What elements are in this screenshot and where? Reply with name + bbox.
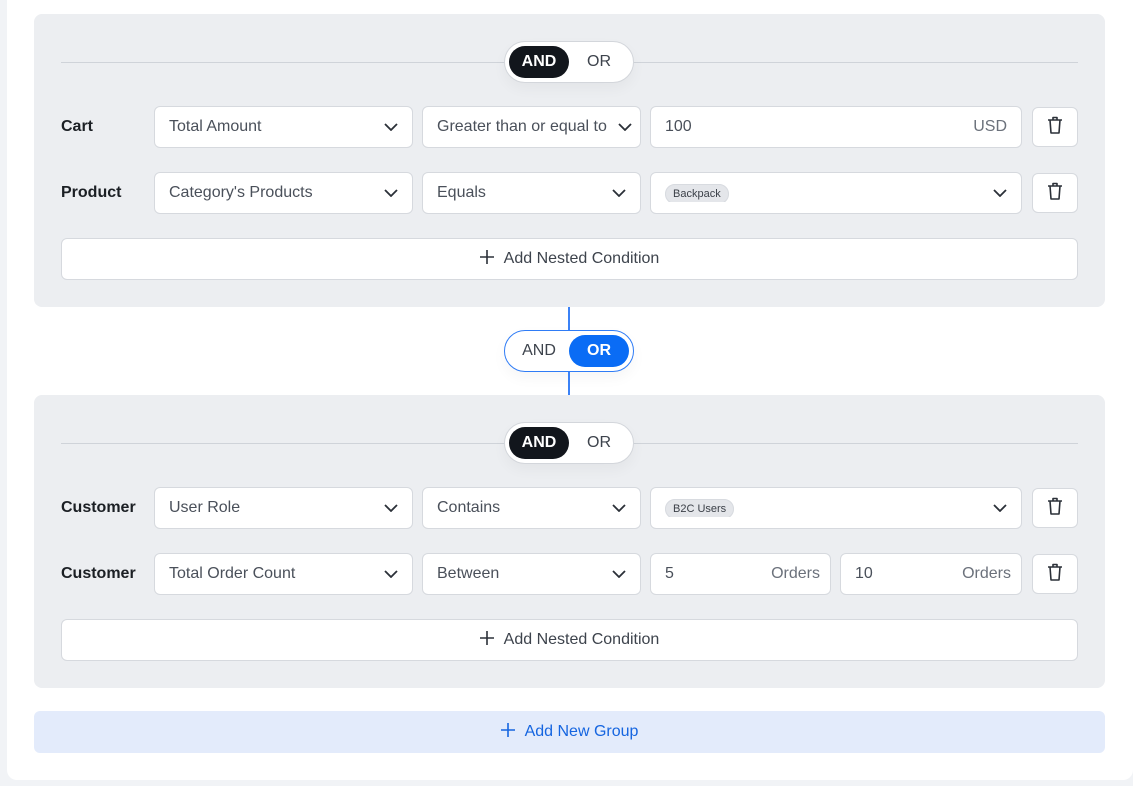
- value-multiselect[interactable]: Backpack: [650, 172, 1022, 214]
- delete-condition-button[interactable]: [1032, 107, 1078, 147]
- condition-label: Product: [61, 184, 122, 201]
- min-orders-value: 5: [665, 565, 674, 582]
- chevron-down-icon: [618, 120, 632, 134]
- field-select-value: Total Order Count: [169, 565, 296, 582]
- field-select-value: Category's Products: [169, 184, 313, 201]
- add-nested-label: Add Nested Condition: [503, 631, 660, 648]
- operator-select[interactable]: Equals: [422, 172, 641, 214]
- chevron-down-icon: [612, 567, 626, 581]
- field-select-value: Total Amount: [169, 118, 262, 135]
- chevron-down-icon: [612, 501, 626, 515]
- group-connector-line: [568, 372, 570, 395]
- chevron-down-icon: [384, 120, 398, 134]
- operator-select[interactable]: Contains: [422, 487, 641, 529]
- max-orders-value: 10: [855, 565, 873, 582]
- plus-icon: [479, 249, 494, 269]
- plus-icon: [479, 630, 494, 650]
- chevron-down-icon: [384, 567, 398, 581]
- field-select-value: User Role: [169, 499, 241, 516]
- plus-icon: [500, 722, 515, 742]
- orders-suffix: Orders: [962, 565, 1011, 582]
- value-chip[interactable]: B2C Users: [665, 499, 735, 517]
- chevron-down-icon: [993, 186, 1007, 200]
- trash-icon: [1046, 181, 1064, 206]
- trash-icon: [1046, 115, 1064, 140]
- operator-select-value: Contains: [437, 499, 501, 516]
- add-new-group-label: Add New Group: [524, 723, 639, 740]
- chevron-down-icon: [384, 501, 398, 515]
- delete-condition-button[interactable]: [1032, 554, 1078, 594]
- groups-logic-toggle: AND OR: [504, 330, 634, 372]
- add-nested-condition-button[interactable]: Add Nested Condition: [61, 238, 1078, 280]
- field-select[interactable]: Total Amount: [154, 106, 413, 148]
- operator-select-value: Greater than or equal to: [437, 118, 607, 135]
- currency-suffix: USD: [973, 118, 1007, 135]
- group-connector-line: [568, 307, 570, 330]
- condition-label: Customer: [61, 499, 136, 516]
- chevron-down-icon: [993, 501, 1007, 515]
- or-option[interactable]: OR: [569, 335, 629, 367]
- amount-input[interactable]: 100 USD: [650, 106, 1022, 148]
- condition-row: Customer Total Order Count Between 5 Ord…: [61, 553, 1078, 595]
- amount-input-value: 100: [665, 118, 692, 135]
- condition-row: Cart Total Amount Greater than or equal …: [61, 106, 1078, 148]
- add-nested-condition-button[interactable]: Add Nested Condition: [61, 619, 1078, 661]
- condition-label: Customer: [61, 565, 136, 582]
- and-option[interactable]: AND: [509, 335, 569, 367]
- or-option[interactable]: OR: [569, 46, 629, 78]
- operator-select-value: Equals: [437, 184, 486, 201]
- and-option[interactable]: AND: [509, 46, 569, 78]
- chevron-down-icon: [612, 186, 626, 200]
- add-new-group-button[interactable]: Add New Group: [34, 711, 1105, 753]
- field-select[interactable]: Category's Products: [154, 172, 413, 214]
- operator-select[interactable]: Between: [422, 553, 641, 595]
- group-logic-toggle: AND OR: [504, 41, 634, 83]
- condition-row: Customer User Role Contains B2C Users: [61, 487, 1078, 529]
- and-option[interactable]: AND: [509, 427, 569, 459]
- condition-label: Cart: [61, 118, 94, 135]
- delete-condition-button[interactable]: [1032, 488, 1078, 528]
- field-select[interactable]: User Role: [154, 487, 413, 529]
- condition-group-1: AND OR Cart Total Amount Greater than or…: [34, 14, 1105, 307]
- add-nested-label: Add Nested Condition: [503, 250, 660, 267]
- trash-icon: [1046, 496, 1064, 521]
- or-option[interactable]: OR: [569, 427, 629, 459]
- delete-condition-button[interactable]: [1032, 173, 1078, 213]
- field-select[interactable]: Total Order Count: [154, 553, 413, 595]
- group-logic-toggle: AND OR: [504, 422, 634, 464]
- max-orders-input[interactable]: 10 Orders: [840, 553, 1022, 595]
- condition-group-2: AND OR Customer User Role Contains B2C U…: [34, 395, 1105, 688]
- min-orders-input[interactable]: 5 Orders: [650, 553, 831, 595]
- trash-icon: [1046, 562, 1064, 587]
- operator-select[interactable]: Greater than or equal to: [422, 106, 641, 148]
- orders-suffix: Orders: [771, 565, 820, 582]
- operator-select-value: Between: [437, 565, 500, 582]
- chevron-down-icon: [384, 186, 398, 200]
- value-chip[interactable]: Backpack: [665, 184, 729, 202]
- condition-row: Product Category's Products Equals Backp…: [61, 172, 1078, 214]
- value-multiselect[interactable]: B2C Users: [650, 487, 1022, 529]
